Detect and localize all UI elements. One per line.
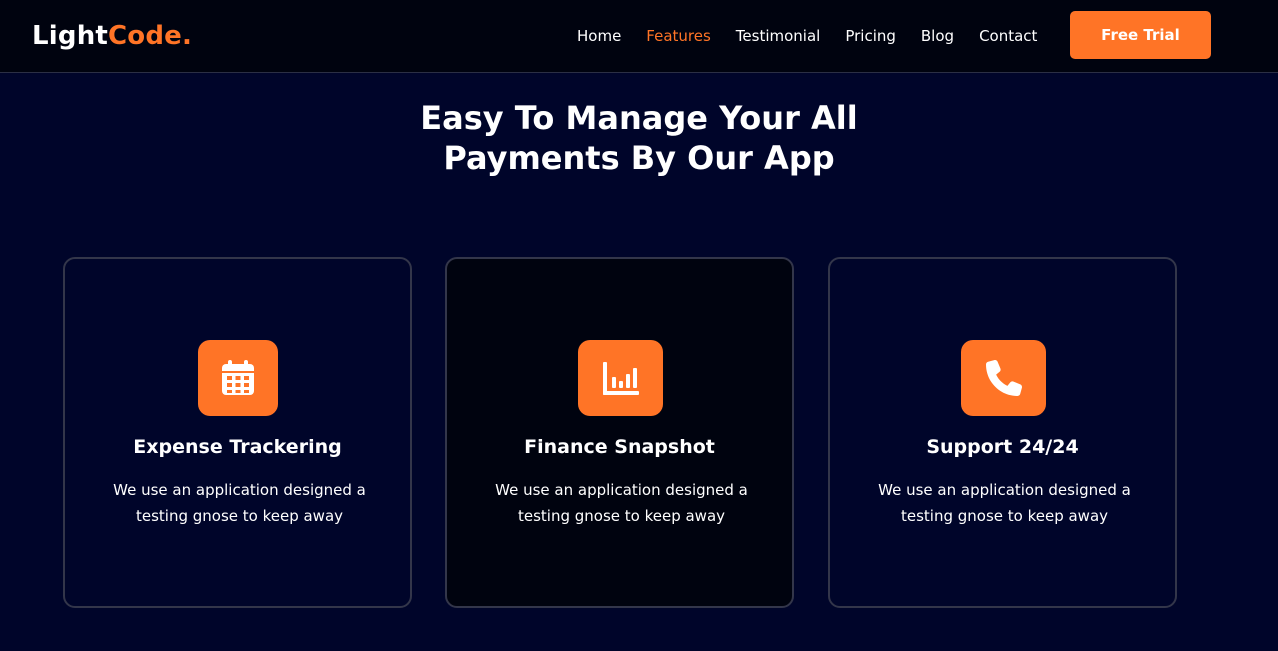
card-title: Finance Snapshot	[524, 436, 715, 458]
section-title: Easy To Manage Your All Payments By Our …	[420, 99, 858, 177]
nav-menu: Home Features Testimonial Pricing Blog C…	[577, 25, 1037, 47]
calendar-icon	[198, 340, 278, 416]
nav-link-testimonial[interactable]: Testimonial	[736, 25, 821, 47]
nav-link-features[interactable]: Features	[646, 25, 711, 47]
feature-card-finance: Finance Snapshot We use an application d…	[445, 257, 794, 608]
feature-card-support: Support 24/24 We use an application desi…	[828, 257, 1177, 608]
card-description: We use an application designed a testing…	[878, 481, 1131, 525]
card-title: Expense Trackering	[133, 436, 342, 458]
card-title: Support 24/24	[926, 436, 1079, 458]
logo-text-code: Code.	[108, 21, 193, 51]
navbar: LightCode. Home Features Testimonial Pri…	[0, 0, 1278, 73]
logo[interactable]: LightCode.	[32, 20, 192, 52]
feature-card-expense: Expense Trackering We use an application…	[63, 257, 412, 608]
bar-chart-icon	[578, 340, 663, 416]
free-trial-button[interactable]: Free Trial	[1070, 11, 1211, 59]
nav-link-home[interactable]: Home	[577, 25, 621, 47]
card-description: We use an application designed a testing…	[113, 481, 366, 525]
phone-icon	[961, 340, 1046, 416]
nav-link-pricing[interactable]: Pricing	[845, 25, 896, 47]
nav-link-blog[interactable]: Blog	[921, 25, 954, 47]
card-description: We use an application designed a testing…	[495, 481, 748, 525]
logo-text-light: Light	[32, 21, 109, 51]
nav-link-contact[interactable]: Contact	[979, 25, 1037, 47]
